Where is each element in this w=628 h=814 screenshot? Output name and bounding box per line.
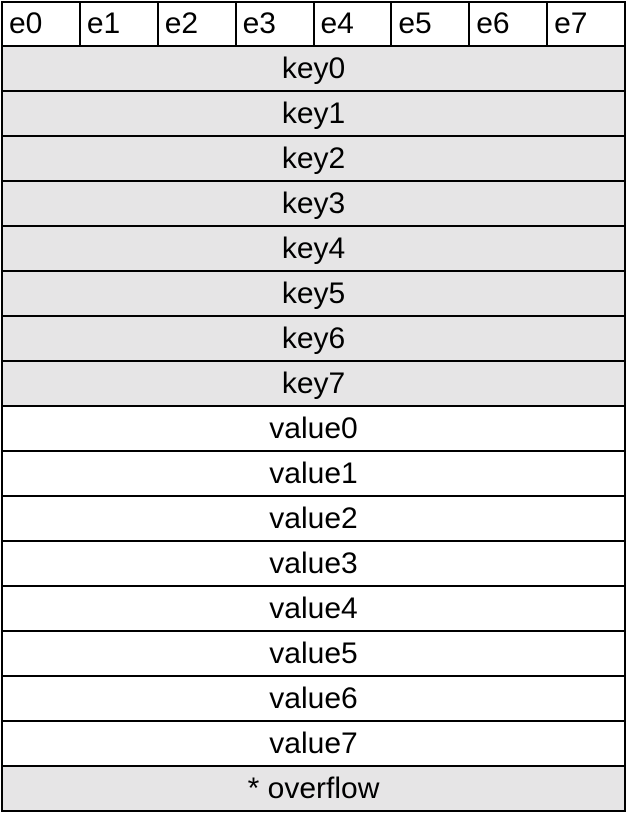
key-row-6: key6 xyxy=(3,317,624,362)
value-row-6: value6 xyxy=(3,677,624,722)
value-row-7: value7 xyxy=(3,722,624,767)
key-row-7: key7 xyxy=(3,362,624,407)
value-row-5: value5 xyxy=(3,632,624,677)
key-row-0: key0 xyxy=(3,47,624,92)
value-row-1: value1 xyxy=(3,452,624,497)
tophash-cell-3: e3 xyxy=(237,3,315,45)
tophash-cell-5: e5 xyxy=(392,3,471,45)
value-row-3: value3 xyxy=(3,542,624,587)
overflow-row: * overflow xyxy=(3,767,624,810)
tophash-row: e0 e1 e2 e3 e4 e5 e6 e7 xyxy=(3,3,624,47)
tophash-cell-1: e1 xyxy=(81,3,159,45)
key-row-3: key3 xyxy=(3,182,624,227)
tophash-cell-0: e0 xyxy=(3,3,81,45)
tophash-cell-6: e6 xyxy=(470,3,549,45)
key-row-1: key1 xyxy=(3,92,624,137)
key-row-2: key2 xyxy=(3,137,624,182)
value-row-4: value4 xyxy=(3,587,624,632)
tophash-cell-4: e4 xyxy=(315,3,393,45)
tophash-cell-2: e2 xyxy=(159,3,237,45)
tophash-cell-7: e7 xyxy=(554,7,588,40)
key-row-4: key4 xyxy=(3,227,624,272)
value-row-2: value2 xyxy=(3,497,624,542)
bucket-diagram: e0 e1 e2 e3 e4 e5 e6 e7 key0 key1 key2 k… xyxy=(1,1,626,812)
value-row-0: value0 xyxy=(3,407,624,452)
key-row-5: key5 xyxy=(3,272,624,317)
